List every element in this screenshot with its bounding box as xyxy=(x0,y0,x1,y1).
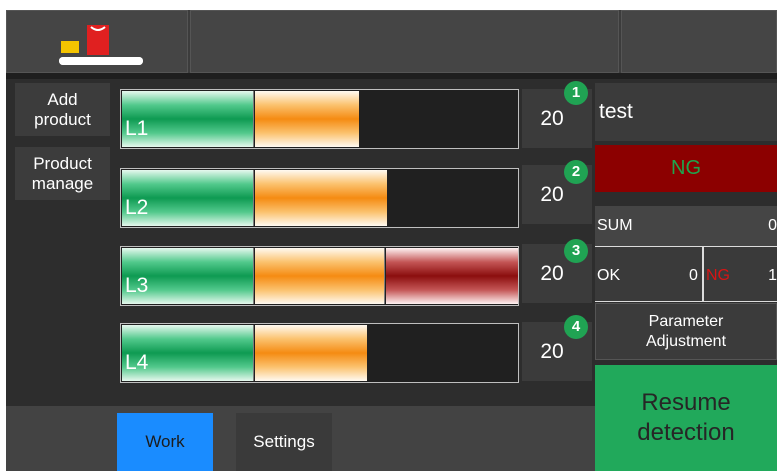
top-bar xyxy=(6,10,777,73)
lane-3-label: L3 xyxy=(125,274,149,297)
sum-value: 0 xyxy=(768,217,777,234)
lane-1-label: L1 xyxy=(125,117,149,140)
lane-4-bar: L4 xyxy=(120,323,519,383)
detection-status-badge: NG xyxy=(595,145,777,192)
lane-1-pending-segment xyxy=(255,91,359,147)
ok-ng-divider xyxy=(702,247,704,301)
add-product-button[interactable]: Add product xyxy=(15,83,110,136)
ok-label: OK xyxy=(597,267,621,284)
resume-detection-label: Resume detection xyxy=(637,389,735,446)
lane-3-badge: 3 xyxy=(564,239,588,263)
resume-detection-button[interactable]: Resume detection xyxy=(595,365,777,471)
bottom-nav: Work Settings xyxy=(6,406,595,471)
product-manage-label: Product manage xyxy=(31,153,94,193)
app-screen: Add product Product manage L1 20 1 L2 20… xyxy=(6,10,777,471)
lane-1-badge: 1 xyxy=(564,81,588,105)
lane-2-label: L2 xyxy=(125,196,149,219)
conveyor-product-icon xyxy=(59,25,143,65)
parameter-adjustment-label: Parameter Adjustment xyxy=(645,312,727,350)
top-bar-middle xyxy=(190,10,619,73)
ok-value: 0 xyxy=(689,267,698,284)
tab-work[interactable]: Work xyxy=(117,413,213,471)
lane-2-pending-segment xyxy=(255,170,387,226)
lane-4-label: L4 xyxy=(125,351,149,374)
lane-2-bar: L2 xyxy=(120,168,519,228)
ng-label: NG xyxy=(706,267,730,284)
header-divider xyxy=(6,73,777,79)
lane-4-badge: 4 xyxy=(564,315,588,339)
lane-3-pending-segment xyxy=(255,248,385,304)
top-bar-right xyxy=(621,10,777,73)
tab-settings[interactable]: Settings xyxy=(236,413,332,471)
sum-row: SUM 0 xyxy=(595,206,777,246)
logo-cell xyxy=(6,10,188,73)
current-product-name: test xyxy=(595,83,777,141)
product-manage-button[interactable]: Product manage xyxy=(15,147,110,200)
add-product-label: Add product xyxy=(34,89,91,129)
lane-4-pending-segment xyxy=(255,325,367,381)
parameter-adjustment-button[interactable]: Parameter Adjustment xyxy=(595,303,777,360)
lane-3-bar: L3 xyxy=(120,246,519,306)
ok-ng-row: OK 0 NG 1 xyxy=(595,246,777,302)
lane-3-ng-segment xyxy=(386,248,518,304)
sum-label: SUM xyxy=(597,217,633,234)
ng-value: 1 xyxy=(768,267,777,284)
lane-1-bar: L1 xyxy=(120,89,519,149)
lane-2-badge: 2 xyxy=(564,160,588,184)
